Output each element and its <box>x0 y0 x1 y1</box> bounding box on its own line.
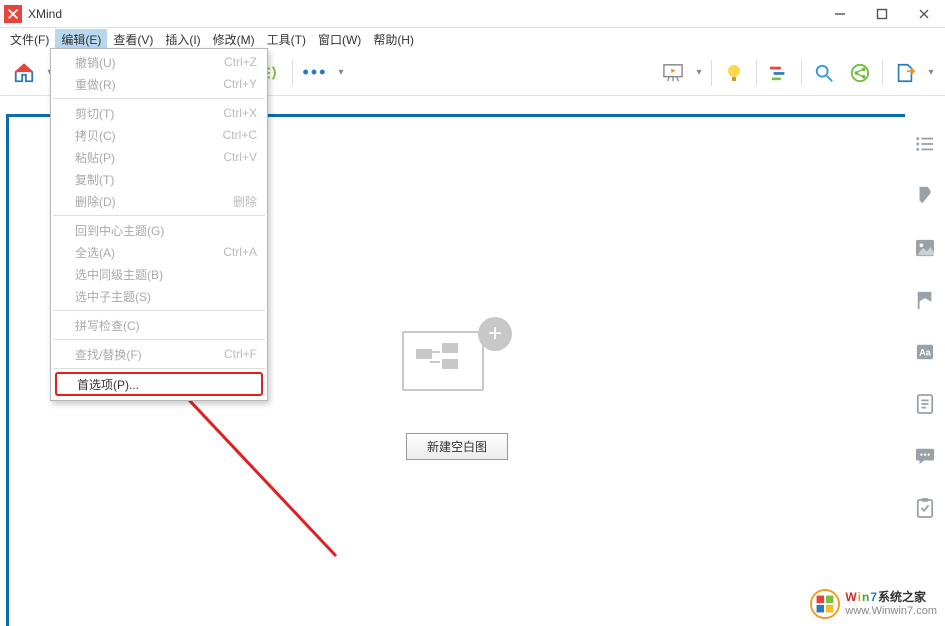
watermark: Win7系统之家 www.Winwin7.com <box>809 588 937 620</box>
chevron-down-icon[interactable]: ▾ <box>693 67 705 78</box>
edit-menu-dropdown: 撤销(U) Ctrl+Z 重做(R) Ctrl+Y 剪切(T) Ctrl+X 拷贝(C) Ct… <box>50 48 268 401</box>
menu-item: 全选(A) Ctrl+A <box>51 241 267 263</box>
svg-text:Aa: Aa <box>919 348 931 358</box>
menu-item-label: 选中子主题(S) <box>75 288 151 305</box>
chevron-down-icon[interactable]: ▾ <box>925 67 937 78</box>
menu-item-shortcut: Ctrl+V <box>223 150 257 164</box>
menu-item: 选中子主题(S) <box>51 285 267 307</box>
titlebar: XMind <box>0 0 945 28</box>
menu-item-label: 全选(A) <box>75 244 115 261</box>
menu-insert[interactable]: 插入(I) <box>159 29 206 50</box>
chevron-down-icon[interactable]: ▾ <box>335 67 347 78</box>
separator <box>711 60 712 86</box>
menu-item: 粘贴(P) Ctrl+V <box>51 146 267 168</box>
menu-item: 重做(R) Ctrl+Y <box>51 73 267 95</box>
menu-item-shortcut: Ctrl+X <box>223 106 257 120</box>
menu-help[interactable]: 帮助(H) <box>367 29 420 50</box>
menu-item[interactable]: 首选项(P)... <box>55 372 263 396</box>
menu-item-label: 撤销(U) <box>75 54 116 71</box>
maximize-button[interactable] <box>861 0 903 28</box>
marker-icon[interactable] <box>913 288 937 312</box>
menu-item: 查找/替换(F) Ctrl+F <box>51 343 267 365</box>
menu-edit[interactable]: 编辑(E) <box>55 29 107 50</box>
menu-item-label: 选中同级主题(B) <box>75 266 163 283</box>
right-panel: Aa <box>905 96 945 626</box>
presentation-icon[interactable] <box>657 57 689 89</box>
new-blank-button[interactable]: 新建空白图 <box>406 433 508 460</box>
task-icon[interactable] <box>913 496 937 520</box>
idea-icon[interactable] <box>718 57 750 89</box>
separator <box>756 60 757 86</box>
notes-icon[interactable] <box>913 392 937 416</box>
menu-item-shortcut: Ctrl+F <box>224 347 257 361</box>
menu-view[interactable]: 查看(V) <box>107 29 159 50</box>
menubar: 文件(F) 编辑(E) 查看(V) 插入(I) 修改(M) 工具(T) 窗口(W… <box>0 28 945 50</box>
menu-tools[interactable]: 工具(T) <box>261 29 312 50</box>
separator <box>882 60 883 86</box>
watermark-logo-icon <box>809 588 841 620</box>
app-title: XMind <box>28 7 62 21</box>
menu-item: 复制(T) <box>51 168 267 190</box>
menu-item-label: 粘贴(P) <box>75 149 115 166</box>
share-icon[interactable] <box>844 57 876 89</box>
menu-item-label: 回到中心主题(G) <box>75 222 164 239</box>
menu-item: 回到中心主题(G) <box>51 219 267 241</box>
menu-item-shortcut: Ctrl+Y <box>223 77 257 91</box>
theme-icon[interactable]: Aa <box>913 340 937 364</box>
home-icon[interactable] <box>8 57 40 89</box>
menu-separator <box>53 339 265 340</box>
menu-item-label: 复制(T) <box>75 171 114 188</box>
menu-item: 撤销(U) Ctrl+Z <box>51 51 267 73</box>
gantt-icon[interactable] <box>763 57 795 89</box>
new-blank-placeholder: + 新建空白图 <box>402 317 512 460</box>
menu-item-label: 拷贝(C) <box>75 127 116 144</box>
menu-file[interactable]: 文件(F) <box>4 29 55 50</box>
comments-icon[interactable] <box>913 444 937 468</box>
mindmap-placeholder-icon: + <box>402 317 512 397</box>
menu-item: 剪切(T) Ctrl+X <box>51 102 267 124</box>
search-icon[interactable] <box>808 57 840 89</box>
image-icon[interactable] <box>913 236 937 260</box>
menu-modify[interactable]: 修改(M) <box>207 29 261 50</box>
menu-item: 拼写检查(C) <box>51 314 267 336</box>
outline-icon[interactable] <box>913 132 937 156</box>
menu-window[interactable]: 窗口(W) <box>312 29 367 50</box>
menu-item-label: 拼写检查(C) <box>75 317 140 334</box>
app-logo <box>4 5 22 23</box>
watermark-url: www.Winwin7.com <box>845 605 937 617</box>
menu-item: 选中同级主题(B) <box>51 263 267 285</box>
menu-item-label: 删除(D) <box>75 193 116 210</box>
watermark-title: Win7系统之家 <box>845 591 937 604</box>
menu-separator <box>53 310 265 311</box>
menu-separator <box>53 368 265 369</box>
separator <box>292 60 293 86</box>
menu-item-shortcut: Ctrl+Z <box>224 55 257 69</box>
menu-item-label: 首选项(P)... <box>77 376 139 393</box>
export-icon[interactable] <box>889 57 921 89</box>
format-icon[interactable] <box>913 184 937 208</box>
menu-item-label: 剪切(T) <box>75 105 114 122</box>
window-controls <box>819 0 945 28</box>
more-icon[interactable]: ••• <box>299 57 331 89</box>
menu-item-label: 查找/替换(F) <box>75 346 142 363</box>
plus-icon: + <box>478 317 512 351</box>
menu-separator <box>53 98 265 99</box>
menu-item-label: 重做(R) <box>75 76 116 93</box>
menu-item: 拷贝(C) Ctrl+C <box>51 124 267 146</box>
close-button[interactable] <box>903 0 945 28</box>
menu-separator <box>53 215 265 216</box>
minimize-button[interactable] <box>819 0 861 28</box>
menu-item-shortcut: Ctrl+C <box>223 128 257 142</box>
menu-item-shortcut: Ctrl+A <box>223 245 257 259</box>
menu-item-shortcut: 删除 <box>233 193 257 210</box>
separator <box>801 60 802 86</box>
menu-item: 删除(D) 删除 <box>51 190 267 212</box>
